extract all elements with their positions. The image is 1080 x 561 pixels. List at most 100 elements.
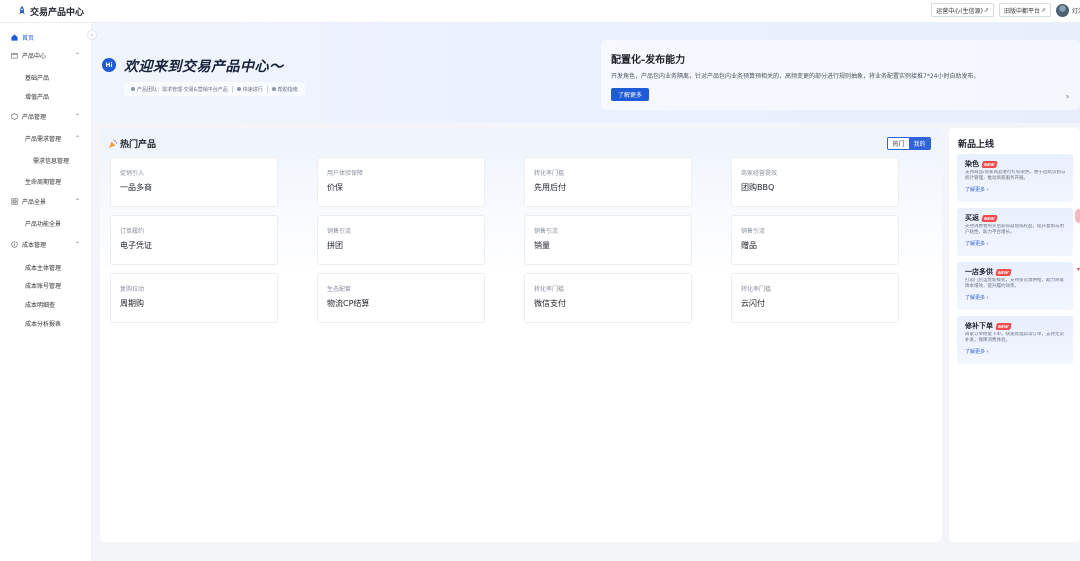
sidebar-item-cost-detail[interactable]: 成本明细查: [0, 297, 92, 311]
product-card[interactable]: 商家经营提效 团购BBQ: [731, 157, 899, 207]
app-title: 交易产品中心: [30, 7, 85, 18]
sidebar-item-cost-account[interactable]: 成本账号管理: [0, 278, 92, 292]
username[interactable]: 灯泡: [1072, 6, 1080, 15]
product-card[interactable]: 销售引流 销量: [524, 215, 692, 265]
product-card[interactable]: 转化率门槛 先用后付: [524, 157, 692, 207]
learn-more-link[interactable]: 了解更多 ›: [965, 294, 989, 301]
sidebar-item-function-panorama[interactable]: 产品功能全景: [0, 216, 92, 230]
sidebar-item-product-center[interactable]: 产品中心 ⌃: [0, 48, 92, 62]
product-category: 促销引入: [120, 170, 145, 177]
new-product-card[interactable]: 修补下单 NEW 商家订单修复下单，快速处理异常订单，支持无货补发，保障消费体验。…: [957, 316, 1073, 364]
new-product-name: 染色: [965, 160, 979, 168]
learn-more-link[interactable]: 了解更多 ›: [965, 348, 989, 355]
external-link-icon: ⇗: [1040, 6, 1046, 14]
sidebar-item-lifecycle[interactable]: 生命周期管理: [0, 174, 92, 188]
sidebar-item-cost-entity[interactable]: 成本主体管理: [0, 260, 92, 274]
box-icon: [11, 52, 18, 58]
ops-center-button[interactable]: 运营中心(生信源) ⇗: [931, 3, 994, 17]
product-category: 转化率门槛: [534, 286, 565, 293]
banner-chips: 产品团队：需求管理-交易&营销平台产品 快速进行 帮助指南: [124, 82, 305, 96]
legacy-platform-button[interactable]: 旧版中都平台 ⇗: [998, 3, 1051, 17]
sidebar-item-cost-report[interactable]: 成本分析报表: [0, 316, 92, 330]
chevron-up-icon: ⌃: [74, 51, 80, 59]
party-popper-icon: [109, 139, 118, 148]
learn-more-link[interactable]: 了解更多 ›: [965, 186, 989, 193]
learn-more-button[interactable]: 了解更多: [611, 88, 649, 101]
sidebar-item-product-panorama[interactable]: 产品全景 ⌃: [0, 194, 92, 208]
sidebar-item-basic-products[interactable]: 基础产品: [0, 70, 92, 84]
new-badge: NEW: [981, 214, 998, 222]
sidebar-item-label: 产品需求管理: [25, 135, 62, 143]
product-name: 拼团: [327, 241, 343, 250]
product-card[interactable]: 生态配套 物流CP结算: [317, 273, 485, 323]
product-category: 生态配套: [327, 286, 352, 293]
brand[interactable]: 交易产品中心: [17, 5, 84, 18]
product-name: 微信支付: [534, 299, 566, 308]
new-badge: NEW: [995, 322, 1012, 330]
hi-badge: Hi: [102, 58, 116, 72]
team-chip-label: 产品团队：需求管理-交易&营销平台产品: [137, 86, 228, 93]
quick-start-label: 快速进行: [242, 86, 263, 93]
new-product-desc: 支持消费者购买后获得返现或权益，提升复购与用户粘性，助力平台增长。: [965, 224, 1064, 235]
product-card[interactable]: 用户体验保障 价保: [317, 157, 485, 207]
sidebar-item-label: 产品全景: [22, 198, 47, 206]
sidebar-collapse-button[interactable]: ‹: [87, 30, 97, 40]
sidebar-item-value-added-products[interactable]: 增值产品: [0, 89, 92, 103]
product-category: 转化率门槛: [534, 170, 565, 177]
cube-icon: [11, 112, 18, 120]
new-product-card[interactable]: 买返 NEW 支持消费者购买后获得返现或权益，提升复购与用户粘性，助力平台增长。 …: [957, 208, 1073, 256]
external-link-icon: ⇗: [983, 6, 989, 14]
rocket-logo-icon: [19, 6, 25, 15]
help-guide-chip[interactable]: 帮助指南: [268, 86, 302, 93]
legacy-platform-label: 旧版中都平台: [1003, 7, 1040, 15]
product-category: 销售引流: [534, 228, 559, 235]
chevron-right-icon[interactable]: ›: [1066, 92, 1069, 101]
new-product-name: 一店多供: [965, 268, 993, 276]
sidebar-item-label: 需求信息管理: [33, 157, 70, 165]
coin-icon: [11, 240, 18, 248]
product-card[interactable]: 销售引流 拼团: [317, 215, 485, 265]
new-product-card[interactable]: 一店多供 NEW 打造门店运营新模式，支持多货源供给，助力商家降本增效，提升履约效…: [957, 262, 1073, 310]
sidebar-item-label: 首页: [22, 34, 35, 42]
sidebar-item-label: 基础产品: [25, 74, 50, 82]
team-icon: [131, 87, 135, 91]
toggle-hot[interactable]: 热门: [888, 138, 909, 149]
product-card[interactable]: 转化率门槛 微信支付: [524, 273, 692, 323]
product-card[interactable]: 转化率门槛 云闪付: [731, 273, 899, 323]
product-card[interactable]: 促销引入 一品多商: [110, 157, 278, 207]
product-category: 复购拉动: [120, 286, 145, 293]
quick-start-chip[interactable]: 快速进行: [233, 86, 267, 93]
floating-handle[interactable]: [1075, 209, 1080, 223]
new-product-name-row: 染色 NEW: [965, 159, 998, 169]
product-name: 电子凭证: [120, 241, 152, 250]
sidebar-item-product-management[interactable]: 产品管理 ⌃: [0, 109, 92, 123]
config-description: 开发角色，产品包内业务隔离，针对产品包内业务预算预相关的，高频变更的部分进行规则…: [611, 73, 980, 80]
product-card[interactable]: 复购拉动 周期购: [110, 273, 278, 323]
hot-products-title: 热门产品: [108, 137, 156, 150]
sidebar-item-requirement-info[interactable]: 需求信息管理: [0, 153, 92, 167]
product-card[interactable]: 销售引流 赠品: [731, 215, 899, 265]
lightning-icon: [236, 87, 241, 91]
sidebar-item-label: 产品功能全景: [25, 220, 62, 228]
learn-more-link[interactable]: 了解更多 ›: [965, 240, 989, 247]
toggle-mine[interactable]: 我的: [909, 138, 930, 149]
product-category: 订单履约: [120, 228, 145, 235]
sidebar-item-requirement-management[interactable]: 产品需求管理 ⌃: [0, 131, 92, 145]
product-name: 云闪付: [741, 299, 765, 308]
hot-products-title-text: 热门产品: [120, 140, 157, 150]
welcome-heading: 欢迎来到交易产品中心～: [124, 59, 284, 75]
sidebar: [0, 23, 92, 561]
sidebar-item-home[interactable]: 首页: [0, 30, 92, 44]
new-product-card[interactable]: 染色 NEW 支持商品/商家商品进行打标染色，便于后续识别与统计管理，推动商家服务…: [957, 154, 1073, 202]
top-actions: 运营中心(生信源) ⇗ 旧版中都平台 ⇗ 灯泡: [931, 3, 1080, 17]
sidebar-item-cost-management[interactable]: 成本管理 ⌃: [0, 237, 92, 251]
team-chip[interactable]: 产品团队：需求管理-交易&营销平台产品: [127, 86, 232, 93]
avatar[interactable]: [1056, 3, 1069, 17]
help-guide-label: 帮助指南: [277, 86, 298, 93]
product-category: 用户体验保障: [327, 170, 364, 177]
product-name: 价保: [327, 183, 343, 192]
product-card[interactable]: 订单履约 电子凭证: [110, 215, 278, 265]
product-name: 周期购: [120, 299, 144, 308]
new-product-name: 买返: [965, 214, 979, 222]
new-badge: NEW: [995, 268, 1012, 276]
